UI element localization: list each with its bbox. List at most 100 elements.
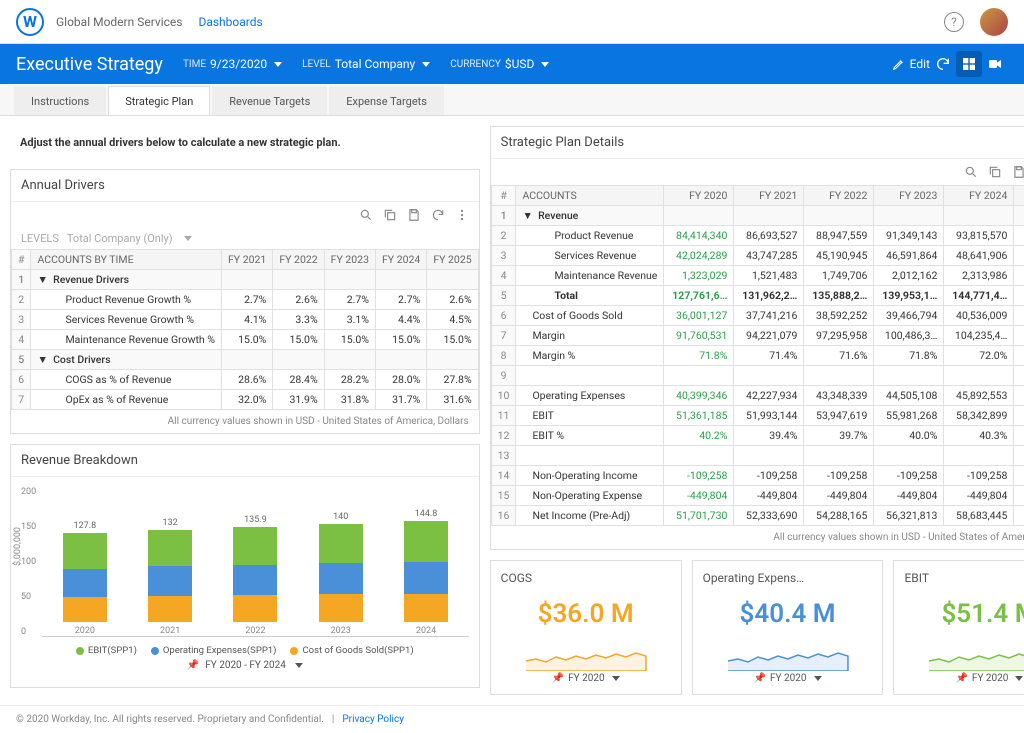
table-row[interactable]: 6COGS as % of Revenue28.6%28.4%28.2%28.0… bbox=[12, 370, 479, 390]
bar-2020[interactable]: 127.82020 bbox=[56, 521, 113, 636]
panel-title: Strategic Plan Details bbox=[491, 127, 1024, 159]
privacy-link[interactable]: Privacy Policy bbox=[342, 714, 404, 725]
tab-instructions[interactable]: Instructions bbox=[14, 86, 106, 115]
strategic-plan-details-panel: Strategic Plan Details #ACCOUNTSFY 2020F… bbox=[490, 126, 1024, 550]
kpi-value: $51.4 M bbox=[941, 599, 1024, 629]
table-row[interactable]: 10Operating Expenses40,399,34642,227,934… bbox=[491, 386, 1024, 406]
copyright: © 2020 Workday, Inc. All rights reserved… bbox=[16, 714, 324, 725]
present-button[interactable] bbox=[982, 51, 1008, 77]
table-row[interactable]: 11EBIT51,361,18551,993,14453,947,61955,9… bbox=[491, 406, 1024, 426]
caret-down-icon bbox=[612, 676, 620, 681]
drivers-table: #ACCOUNTS BY TIMEFY 2021FY 2022FY 2023FY… bbox=[11, 249, 479, 410]
pin-icon: 📌 bbox=[754, 673, 766, 684]
sparkline bbox=[904, 643, 1024, 671]
nav-dashboards[interactable]: Dashboards bbox=[198, 15, 262, 29]
grid-view-button[interactable] bbox=[956, 51, 982, 77]
caret-down-icon bbox=[814, 676, 822, 681]
kpi-card: Operating Expens…$40.4 M📌FY 2020 bbox=[692, 560, 884, 695]
kpi-card: COGS$36.0 M📌FY 2020 bbox=[490, 560, 682, 695]
panel-toolbar bbox=[11, 202, 479, 228]
refresh-icon[interactable] bbox=[431, 208, 445, 222]
save-icon[interactable] bbox=[407, 208, 421, 222]
tab-strategic-plan[interactable]: Strategic Plan bbox=[108, 86, 210, 115]
save-icon[interactable] bbox=[1012, 165, 1024, 179]
search-icon[interactable] bbox=[359, 208, 373, 222]
logo[interactable]: W bbox=[16, 8, 44, 36]
legend-item: Cost of Goods Sold(SPP1) bbox=[290, 645, 413, 656]
kpi-value: $36.0 M bbox=[538, 599, 634, 629]
help-icon[interactable]: ? bbox=[944, 12, 964, 32]
levels-selector[interactable]: LEVELS Total Company (Only) bbox=[11, 228, 479, 249]
refresh-icon bbox=[935, 56, 951, 72]
pin-icon: 📌 bbox=[552, 673, 564, 684]
table-row[interactable]: 15Non-Operating Expense-449,804-449,804-… bbox=[491, 486, 1024, 506]
filter-level[interactable]: LEVEL Total Company bbox=[302, 57, 430, 71]
search-icon[interactable] bbox=[964, 165, 978, 179]
table-row[interactable]: 7OpEx as % of Revenue32.0%31.9%31.8%31.7… bbox=[12, 390, 479, 410]
bar-2021[interactable]: 1322021 bbox=[141, 518, 198, 636]
panel-toolbar bbox=[491, 159, 1024, 185]
table-row[interactable]: 5Total127,761,6…131,962,2…135,888,2…139,… bbox=[491, 286, 1024, 306]
copy-icon[interactable] bbox=[383, 208, 397, 222]
annual-drivers-panel: Annual Drivers LEVELS Total Company (Onl… bbox=[10, 169, 480, 434]
grid-icon bbox=[961, 56, 977, 72]
pin-icon: 📌 bbox=[187, 660, 199, 671]
edit-button[interactable]: Edit bbox=[892, 57, 930, 71]
kpi-value: $40.4 M bbox=[740, 599, 836, 629]
more-icon[interactable] bbox=[455, 208, 469, 222]
filter-time[interactable]: TIME 9/23/2020 bbox=[183, 57, 282, 71]
kpi-footer[interactable]: 📌FY 2020 bbox=[754, 673, 822, 684]
bar-2022[interactable]: 135.92022 bbox=[227, 515, 284, 636]
content: Adjust the annual drivers below to calcu… bbox=[0, 116, 1024, 705]
table-row[interactable]: 6Cost of Goods Sold36,001,12737,741,2163… bbox=[491, 306, 1024, 326]
copy-icon[interactable] bbox=[988, 165, 1002, 179]
tab-revenue-targets[interactable]: Revenue Targets bbox=[212, 86, 327, 115]
tab-expense-targets[interactable]: Expense Targets bbox=[329, 86, 444, 115]
kpi-row: COGS$36.0 M📌FY 2020Operating Expens…$40.… bbox=[490, 560, 1024, 695]
table-row[interactable]: 3Services Revenue42,024,28943,747,28545,… bbox=[491, 246, 1024, 266]
kpi-footer[interactable]: 📌FY 2020 bbox=[955, 673, 1023, 684]
chart-area: $,000,000 200150100500 127.8202013220211… bbox=[11, 477, 479, 687]
bars: 127.82020 1322021 135.92022 1402023 144.8202… bbox=[42, 487, 468, 637]
filter-currency[interactable]: CURRENCY $USD bbox=[450, 57, 549, 71]
avatar[interactable] bbox=[980, 8, 1008, 36]
kpi-title: EBIT bbox=[904, 571, 929, 585]
details-table: #ACCOUNTSFY 2020FY 2021FY 2022FY 2023FY … bbox=[491, 185, 1024, 526]
table-row[interactable]: 1▼ Revenue bbox=[491, 206, 1024, 226]
y-axis: 200150100500 bbox=[21, 487, 42, 637]
kpi-footer[interactable]: 📌FY 2020 bbox=[552, 673, 620, 684]
table-row[interactable]: 2Product Revenue84,414,34086,693,52788,9… bbox=[491, 226, 1024, 246]
caret-down-icon bbox=[1015, 676, 1023, 681]
table-row[interactable]: 4Maintenance Revenue1,323,0291,521,4831,… bbox=[491, 266, 1024, 286]
table-row[interactable]: 3Services Revenue Growth %4.1%3.3%3.1%4.… bbox=[12, 310, 479, 330]
table-row[interactable]: 12EBIT %40.2%39.4%39.7%40.0%40.3%40. bbox=[491, 426, 1024, 446]
video-icon bbox=[987, 56, 1003, 72]
table-row[interactable]: 16Net Income (Pre-Adj)51,701,73052,333,6… bbox=[491, 506, 1024, 526]
table-row[interactable]: 7Margin91,760,53194,221,07997,295,958100… bbox=[491, 326, 1024, 346]
sparkline bbox=[703, 643, 873, 671]
y-axis-label: $,000,000 bbox=[13, 527, 23, 566]
chart-legend: EBIT(SPP1)Operating Expenses(SPP1)Cost o… bbox=[21, 637, 469, 660]
org-name: Global Modern Services bbox=[56, 15, 182, 29]
table-row[interactable]: 13 bbox=[491, 446, 1024, 466]
caret-down-icon bbox=[274, 62, 282, 67]
bar-2024[interactable]: 144.82024 bbox=[397, 509, 454, 636]
table-row[interactable]: 8Margin %71.8%71.4%71.6%71.8%72.0%72. bbox=[491, 346, 1024, 366]
table-row[interactable]: 4Maintenance Revenue Growth %15.0%15.0%1… bbox=[12, 330, 479, 350]
chart-footer[interactable]: 📌 FY 2020 - FY 2024 bbox=[21, 660, 469, 677]
pencil-icon bbox=[892, 57, 906, 71]
footnote: All currency values shown in USD - Unite… bbox=[491, 526, 1024, 549]
panel-title: Revenue Breakdown bbox=[11, 445, 479, 477]
table-row[interactable]: 14Non-Operating Income-109,258-109,258-1… bbox=[491, 466, 1024, 486]
kpi-card: EBIT $51.4 M 📌FY 2020 bbox=[893, 560, 1024, 695]
bluebar: Executive Strategy TIME 9/23/2020 LEVEL … bbox=[0, 44, 1024, 84]
table-row[interactable]: 2Product Revenue Growth %2.7%2.6%2.7%2.7… bbox=[12, 290, 479, 310]
bar-2023[interactable]: 1402023 bbox=[312, 512, 369, 636]
refresh-button[interactable] bbox=[930, 51, 956, 77]
legend-item: EBIT(SPP1) bbox=[76, 645, 137, 656]
caret-down-icon bbox=[184, 236, 192, 241]
footnote: All currency values shown in USD - Unite… bbox=[11, 410, 479, 433]
revenue-breakdown-panel: Revenue Breakdown $,000,000 200150100500… bbox=[10, 444, 480, 688]
table-row[interactable]: 9 bbox=[491, 366, 1024, 386]
sparkline bbox=[501, 643, 671, 671]
